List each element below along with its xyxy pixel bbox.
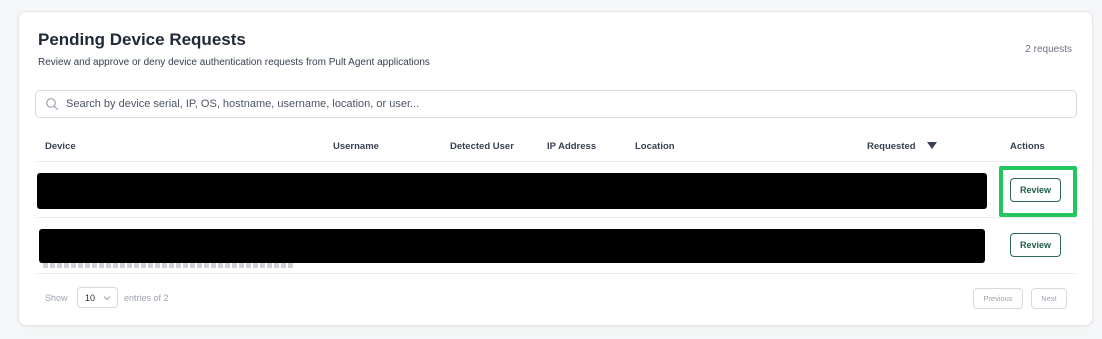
page-subtitle: Review and approve or deny device authen… (38, 57, 430, 68)
request-count: 2 requests (1025, 44, 1072, 55)
column-device[interactable]: Device (45, 141, 76, 152)
search-input[interactable] (66, 91, 1056, 117)
column-ip-address[interactable]: IP Address (547, 141, 596, 152)
table-row: Review (35, 163, 1077, 218)
column-actions: Actions (1010, 141, 1045, 152)
column-location[interactable]: Location (635, 141, 675, 152)
table-row: Review (35, 219, 1077, 274)
page-title: Pending Device Requests (38, 30, 246, 49)
redacted-row-content (37, 173, 987, 209)
redacted-row-content (39, 229, 985, 263)
next-page-button[interactable]: Next (1031, 288, 1067, 309)
table-header: Device Username Detected User IP Address… (35, 136, 1077, 162)
page-size-select[interactable]: 10 (77, 287, 118, 308)
column-username[interactable]: Username (333, 141, 379, 152)
review-button[interactable]: Review (1010, 178, 1061, 202)
column-detected-user[interactable]: Detected User (450, 141, 514, 152)
search-icon (46, 98, 59, 111)
redacted-row-peek (43, 263, 293, 268)
pending-requests-card: Pending Device Requests Review and appro… (18, 11, 1093, 326)
column-requested[interactable]: Requested (867, 141, 916, 152)
show-label: Show (45, 293, 68, 303)
page-size-value: 10 (85, 293, 96, 303)
search-box[interactable] (35, 90, 1077, 118)
previous-page-button[interactable]: Previous (973, 288, 1023, 309)
chevron-down-icon (103, 296, 111, 301)
table-footer: Show 10 entries of 2 Previous Next (35, 282, 1077, 312)
caret-down-icon[interactable] (927, 142, 937, 150)
review-button[interactable]: Review (1010, 233, 1061, 257)
entries-label: entries of 2 (124, 293, 169, 303)
